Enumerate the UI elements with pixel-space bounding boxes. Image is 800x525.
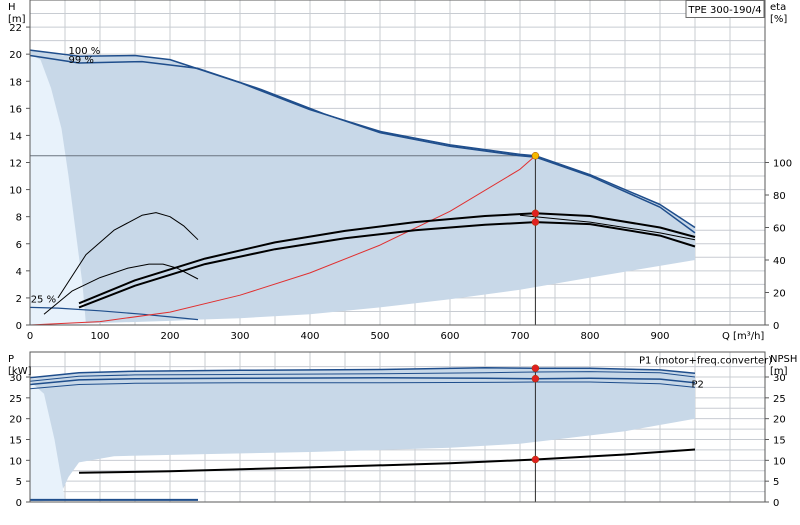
x-tick-label: 500	[370, 331, 389, 342]
y-tick-label-left: 5	[16, 477, 22, 488]
y-tick-label-left: 20	[9, 50, 22, 61]
y-tick-label-right: 0	[773, 498, 779, 509]
x-tick-label: 200	[160, 331, 179, 342]
power-npsh-panel: 051015202530051015202530P[kW]NPSH[m]P1 (…	[8, 351, 797, 509]
y-axis-unit-left: [m]	[8, 14, 26, 25]
x-tick-label: 900	[650, 331, 669, 342]
y-tick-label-left: 16	[9, 104, 22, 115]
y-axis-label-right: NPSH	[770, 354, 797, 365]
y-tick-label-left: 15	[9, 436, 22, 447]
y-axis-unit-left: [kW]	[8, 366, 32, 377]
y-axis-label-left: H	[8, 2, 16, 13]
y-axis-unit-right: [%]	[770, 14, 787, 25]
chart-svg: 0246810121416182022020406080100H[m]eta[%…	[8, 0, 797, 509]
y-tick-label-left: 12	[9, 159, 22, 170]
y-tick-label-right: 5	[773, 477, 779, 488]
x-tick-label: 400	[300, 331, 319, 342]
head-efficiency-panel: 0246810121416182022020406080100H[m]eta[%…	[8, 0, 792, 342]
x-tick-label: 300	[230, 331, 249, 342]
series-operating_range_outer	[30, 50, 695, 325]
series-power_area	[30, 367, 695, 502]
y-tick-label-left: 18	[9, 77, 22, 88]
curve-label: P1 (motor+freq.converter)	[639, 356, 772, 367]
operating-point-marker	[531, 364, 540, 372]
model-label: TPE 300-190/4	[687, 5, 761, 16]
y-tick-label-right: 10	[773, 456, 786, 467]
operating-point-marker	[531, 455, 540, 464]
y-axis-unit-right: [m]	[770, 366, 788, 377]
y-axis-label-right: eta	[770, 2, 786, 13]
y-tick-label-left: 6	[16, 240, 22, 251]
y-tick-label-left: 14	[9, 131, 22, 142]
y-tick-label-right: 100	[773, 159, 792, 170]
y-tick-label-left: 20	[9, 415, 22, 426]
curve-label: P2	[692, 379, 704, 390]
y-tick-label-left: 2	[16, 294, 22, 305]
operating-point-marker	[531, 151, 540, 160]
pump-performance-chart: 0 2 4 6 8 10 12 14 16 18 20 22 0 20 40 60 80 100 H [m] eta [%…	[0, 0, 800, 520]
y-tick-label-left: 10	[9, 186, 22, 197]
y-tick-label-left: 4	[16, 267, 22, 278]
y-tick-label-right: 25	[773, 394, 786, 405]
x-tick-label: 100	[90, 331, 109, 342]
y-tick-label-right: 40	[773, 256, 786, 267]
x-tick-label: 700	[510, 331, 529, 342]
y-tick-label-right: 20	[773, 289, 786, 300]
y-axis-label-left: P	[8, 354, 14, 365]
operating-point-marker	[531, 218, 540, 226]
x-tick-label: 0	[27, 331, 33, 342]
curve-label: 99 %	[69, 55, 94, 66]
y-tick-label-left: 0	[16, 321, 22, 332]
x-tick-label: 600	[440, 331, 459, 342]
operating-point-marker	[531, 209, 540, 218]
y-tick-label-right: 60	[773, 224, 786, 235]
y-tick-label-left: 10	[9, 456, 22, 467]
y-tick-label-right: 0	[773, 321, 779, 332]
operating-point-marker	[531, 374, 540, 383]
curve-label: 25 %	[31, 295, 56, 306]
y-tick-label-left: 25	[9, 394, 22, 405]
y-tick-label-left: 0	[16, 498, 22, 509]
y-tick-label-left: 8	[16, 213, 22, 224]
y-tick-label-right: 80	[773, 191, 786, 202]
y-tick-label-right: 15	[773, 436, 786, 447]
x-axis-label: Q [m³/h]	[722, 331, 764, 342]
y-tick-label-right: 20	[773, 415, 786, 426]
x-tick-label: 800	[580, 331, 599, 342]
